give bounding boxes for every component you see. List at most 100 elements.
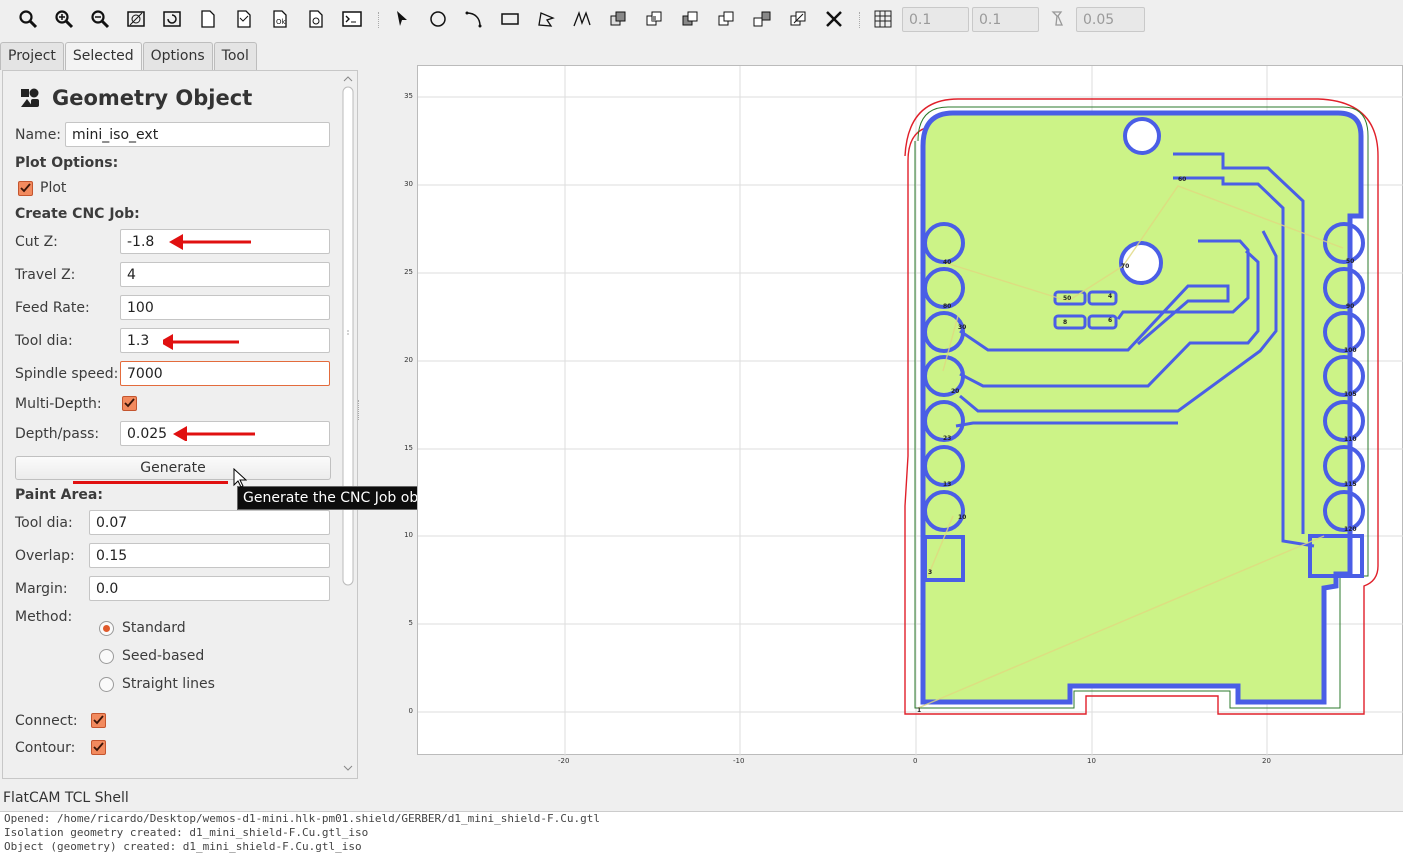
y-tick-25: 25 bbox=[404, 268, 413, 276]
grid-y-input[interactable] bbox=[972, 7, 1039, 32]
drill-label: 90 bbox=[1346, 303, 1354, 310]
name-label: Name: bbox=[15, 127, 62, 143]
contour-checkbox[interactable] bbox=[91, 740, 106, 755]
drill-label: 1 bbox=[917, 707, 921, 714]
name-field[interactable] bbox=[65, 122, 330, 147]
tool-dia-label: Tool dia: bbox=[15, 333, 73, 349]
y-axis-labels: 35 30 25 20 15 10 5 0 bbox=[395, 65, 417, 755]
tab-options[interactable]: Options bbox=[142, 42, 213, 70]
delete-shape-icon[interactable] bbox=[822, 6, 846, 32]
rectangle-icon[interactable] bbox=[498, 6, 522, 32]
y-tick-20: 20 bbox=[404, 356, 413, 364]
red-arrows-annotation bbox=[163, 234, 255, 441]
tab-project[interactable]: Project bbox=[0, 42, 64, 70]
spindle-speed-label: Spindle speed: bbox=[15, 366, 119, 382]
y-tick-15: 15 bbox=[404, 444, 413, 452]
zoom-fit-icon[interactable] bbox=[16, 6, 40, 32]
x-tick-neg20: -20 bbox=[558, 757, 570, 765]
arc-icon[interactable] bbox=[462, 6, 486, 32]
y-tick-5: 5 bbox=[408, 619, 413, 627]
zoom-out-icon[interactable] bbox=[88, 6, 112, 32]
drill-label: 10 bbox=[958, 514, 966, 521]
multi-depth-checkbox[interactable] bbox=[122, 396, 137, 411]
new-path-icon[interactable] bbox=[232, 6, 256, 32]
cut-icon[interactable] bbox=[714, 6, 738, 32]
delete-icon[interactable] bbox=[304, 6, 328, 32]
drill-label: 40 bbox=[943, 259, 951, 266]
overlap-label: Overlap: bbox=[15, 548, 75, 564]
drill-label: 20 bbox=[951, 388, 959, 395]
replot-icon[interactable] bbox=[160, 6, 184, 32]
overlap-field[interactable] bbox=[89, 543, 330, 568]
polygon-icon[interactable] bbox=[534, 6, 558, 32]
generate-underline-annotation bbox=[73, 481, 228, 484]
method-seed-radio[interactable] bbox=[99, 649, 114, 664]
drill-label: 50 bbox=[1346, 258, 1354, 265]
drill-label: 60 bbox=[1178, 176, 1186, 183]
connect-checkbox[interactable] bbox=[91, 713, 106, 728]
mouse-cursor-icon bbox=[233, 468, 247, 488]
method-standard-radio[interactable] bbox=[99, 621, 114, 636]
new-geometry-icon[interactable] bbox=[196, 6, 220, 32]
move-icon[interactable] bbox=[786, 6, 810, 32]
new-text-icon[interactable]: Ok bbox=[268, 6, 292, 32]
shell-line: Opened: /home/ricardo/Desktop/wemos-d1-m… bbox=[4, 812, 601, 825]
method-standard-label: Standard bbox=[122, 620, 186, 636]
drill-label: 105 bbox=[1344, 391, 1357, 398]
feed-rate-label: Feed Rate: bbox=[15, 300, 90, 316]
tcl-shell-output[interactable]: Opened: /home/ricardo/Desktop/wemos-d1-m… bbox=[0, 811, 1403, 854]
select-icon[interactable] bbox=[390, 6, 414, 32]
drill-label: 80 bbox=[943, 303, 951, 310]
generate-button[interactable]: Generate bbox=[15, 456, 331, 480]
margin-field[interactable] bbox=[89, 576, 330, 601]
paint-area-heading: Paint Area: bbox=[15, 487, 103, 503]
drill-label: 13 bbox=[943, 481, 951, 488]
splitter-handle[interactable] bbox=[358, 400, 362, 420]
zoom-in-icon[interactable] bbox=[52, 6, 76, 32]
grid-x-input[interactable] bbox=[902, 7, 969, 32]
plot-options-heading: Plot Options: bbox=[15, 155, 119, 171]
grid-icon[interactable] bbox=[871, 6, 895, 32]
margin-label: Margin: bbox=[15, 581, 68, 597]
plot-canvas[interactable]: 35 35 30 25 20 15 10 5 0 bbox=[404, 65, 1403, 756]
clear-plot-icon[interactable] bbox=[124, 6, 148, 32]
path-icon[interactable] bbox=[570, 6, 594, 32]
shell-icon[interactable] bbox=[340, 6, 364, 32]
method-lines-radio[interactable] bbox=[99, 677, 114, 692]
main-toolbar: Ok bbox=[0, 0, 1403, 40]
y-tick-0: 0 bbox=[408, 707, 413, 715]
create-cnc-heading: Create CNC Job: bbox=[15, 206, 140, 222]
drill-label: 3 bbox=[928, 569, 932, 576]
drill-label: 120 bbox=[1344, 526, 1357, 533]
drill-label: 30 bbox=[958, 324, 966, 331]
drill-label: 115 bbox=[1344, 481, 1357, 488]
copy-icon[interactable] bbox=[750, 6, 774, 32]
intersection-icon[interactable] bbox=[642, 6, 666, 32]
contour-label: Contour: bbox=[15, 740, 76, 756]
snap-max-input[interactable] bbox=[1076, 7, 1145, 32]
panel-title: Geometry Object bbox=[52, 86, 253, 110]
drill-label: 110 bbox=[1344, 436, 1357, 443]
connect-label: Connect: bbox=[15, 713, 78, 729]
panel-scrollbar[interactable] bbox=[341, 73, 355, 776]
plot-checkbox[interactable] bbox=[18, 181, 33, 196]
x-axis-labels: -20 -10 0 10 20 bbox=[417, 757, 1403, 769]
snap-icon[interactable] bbox=[1047, 6, 1071, 32]
depth-pass-label: Depth/pass: bbox=[15, 426, 100, 442]
toolbar-separator bbox=[378, 12, 380, 28]
union-icon[interactable] bbox=[606, 6, 630, 32]
notebook-tabs: Project Selected Options Tool bbox=[0, 42, 258, 71]
y-tick-30: 30 bbox=[404, 180, 413, 188]
method-seed-label: Seed-based bbox=[122, 648, 205, 664]
paint-tool-dia-field[interactable] bbox=[89, 510, 330, 535]
drill-label: 23 bbox=[943, 435, 951, 442]
shell-line: Object (geometry) created: d1_mini_shiel… bbox=[4, 840, 362, 853]
cut-z-label: Cut Z: bbox=[15, 234, 58, 250]
circle-icon[interactable] bbox=[426, 6, 450, 32]
travel-z-label: Travel Z: bbox=[15, 267, 76, 283]
drill-label: 70 bbox=[1121, 263, 1129, 270]
subtract-icon[interactable] bbox=[678, 6, 702, 32]
shell-line: Isolation geometry created: d1_mini_shie… bbox=[4, 826, 369, 839]
tab-tool[interactable]: Tool bbox=[213, 42, 257, 70]
tab-selected[interactable]: Selected bbox=[64, 42, 142, 71]
